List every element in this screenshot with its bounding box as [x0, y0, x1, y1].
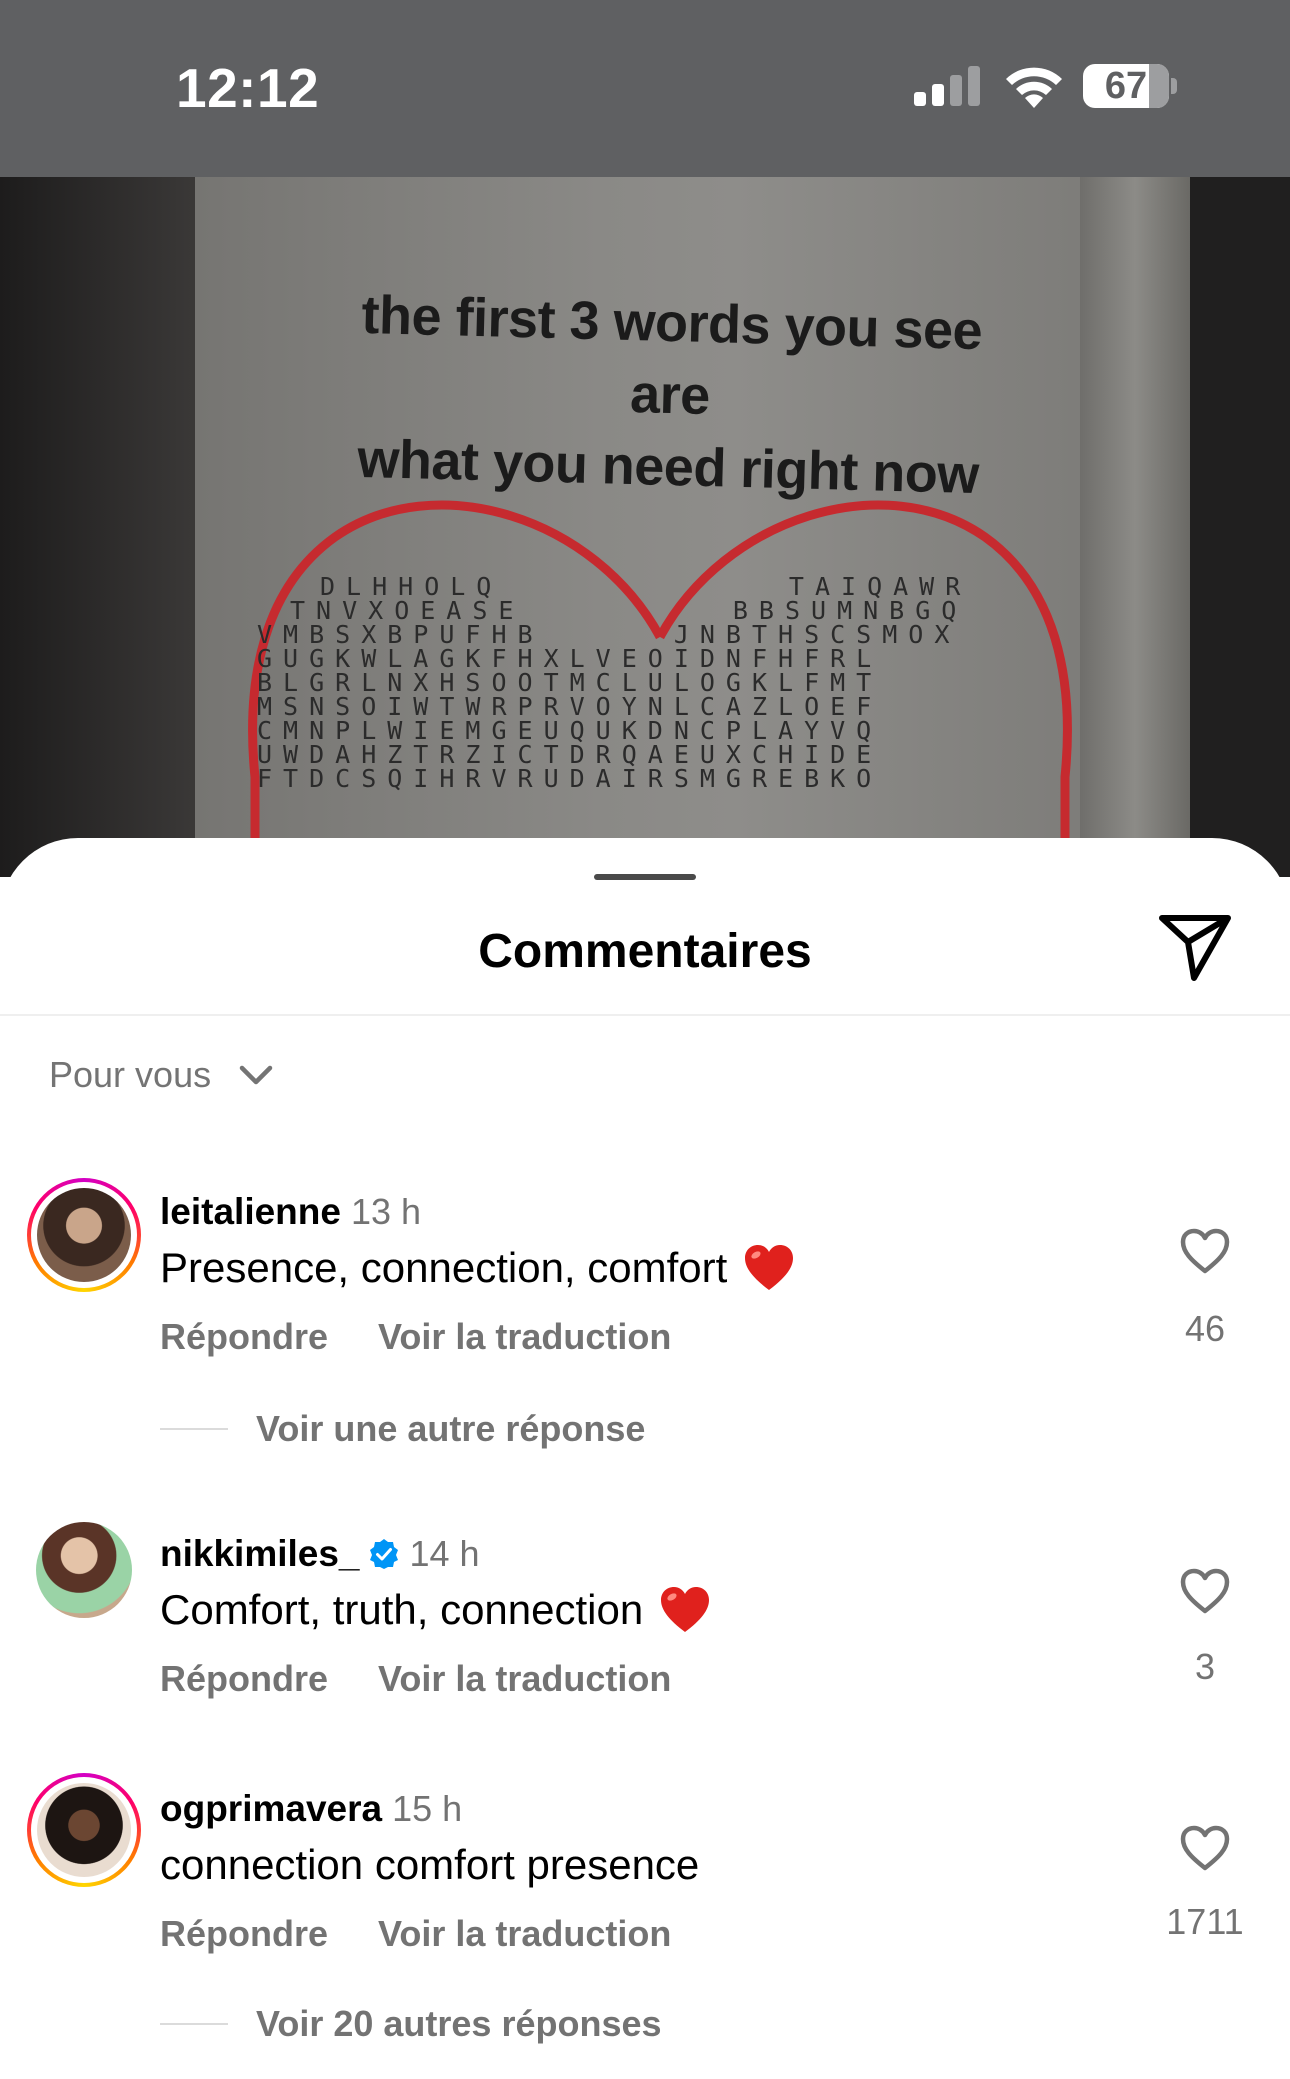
- word-search-row: FTDCSQIHRVRUDAIRSMGREBKO: [257, 764, 883, 793]
- avatar[interactable]: [36, 1522, 132, 1618]
- comment-time: 13 h: [350, 1191, 422, 1232]
- wifi-icon: [1006, 67, 1062, 108]
- sort-filter-dropdown[interactable]: Pour vous: [49, 1050, 273, 1100]
- cellular-signal-icon: [914, 66, 980, 106]
- reply-button[interactable]: Répondre: [160, 1658, 328, 1700]
- verified-badge-icon: [369, 1539, 398, 1569]
- view-replies-button[interactable]: Voir une autre réponse: [160, 1408, 645, 1450]
- heart-outline-icon[interactable]: [1180, 1825, 1230, 1871]
- comment-text: Comfort, truth, connection: [160, 1586, 711, 1634]
- comment-time: 14 h: [409, 1533, 480, 1574]
- avatar-photo: [37, 1188, 131, 1282]
- reply-button[interactable]: Répondre: [160, 1913, 328, 1955]
- reply-button[interactable]: Répondre: [160, 1316, 328, 1358]
- status-bar: 12:12 67: [0, 0, 1290, 177]
- see-translation-button[interactable]: Voir la traduction: [378, 1316, 671, 1358]
- post-photo: the first 3 words you see are what you n…: [0, 177, 1290, 877]
- comment-time: 15 h: [392, 1788, 463, 1829]
- sheet-grab-handle[interactable]: [594, 874, 696, 880]
- like-count: 1711: [1166, 1901, 1244, 1942]
- see-translation-button[interactable]: Voir la traduction: [378, 1658, 671, 1700]
- view-replies-label: Voir 20 autres réponses: [256, 2003, 662, 2044]
- see-translation-button[interactable]: Voir la traduction: [378, 1913, 671, 1955]
- comment-username[interactable]: nikkimiles_: [160, 1533, 360, 1575]
- comment-text: Presence, connection, comfort: [160, 1244, 795, 1292]
- status-time: 12:12: [176, 57, 320, 119]
- avatar[interactable]: [27, 1773, 141, 1887]
- avatar[interactable]: [27, 1178, 141, 1292]
- like-count: 3: [1194, 1646, 1216, 1687]
- chevron-down-icon: [239, 1065, 273, 1085]
- heart-outline-icon[interactable]: [1180, 1228, 1230, 1274]
- red-heart-emoji-icon: [661, 1587, 710, 1632]
- sheet-title: Commentaires: [478, 925, 812, 978]
- like-count: 46: [1184, 1308, 1226, 1349]
- comment-username[interactable]: ogprimavera: [160, 1788, 382, 1830]
- battery-indicator: 67: [1083, 64, 1177, 108]
- sort-filter-label: Pour vous: [49, 1054, 212, 1095]
- view-replies-button[interactable]: Voir 20 autres réponses: [160, 2003, 662, 2045]
- paper-plane-icon[interactable]: [1158, 912, 1232, 982]
- sheet-divider: [0, 1014, 1290, 1016]
- word-search-poster: the first 3 words you see are what you n…: [195, 177, 1095, 877]
- avatar-photo: [36, 1522, 132, 1618]
- comment-username[interactable]: leitalienne: [160, 1191, 341, 1233]
- red-heart-emoji-icon: [745, 1245, 794, 1290]
- heart-outline-icon[interactable]: [1180, 1568, 1230, 1614]
- comment-text: connection comfort presence: [160, 1841, 700, 1888]
- battery-icon: 67: [1083, 64, 1169, 108]
- avatar-photo: [37, 1783, 131, 1877]
- battery-percent: 67: [1104, 65, 1148, 107]
- view-replies-label: Voir une autre réponse: [256, 1408, 646, 1449]
- comments-sheet: Commentaires Pour vous leitalienne 13 h …: [0, 838, 1290, 2079]
